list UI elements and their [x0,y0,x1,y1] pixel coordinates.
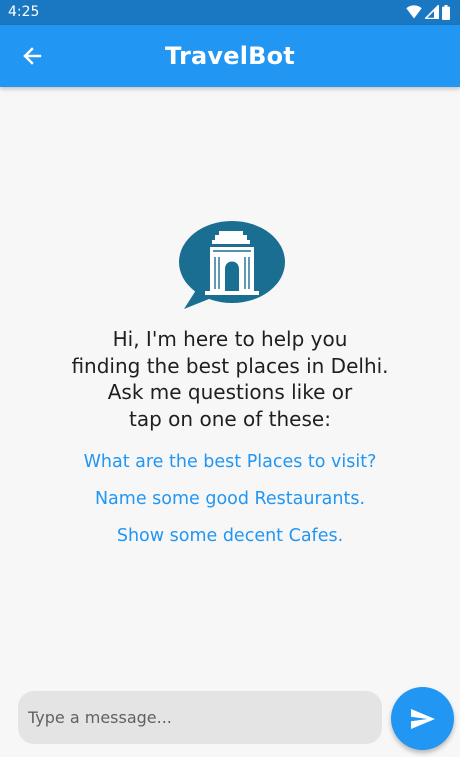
app-bar: TravelBot [0,25,460,87]
send-button[interactable] [391,687,454,750]
intro-text: Hi, I'm here to help you finding the bes… [71,327,389,431]
welcome-panel: Hi, I'm here to help you finding the bes… [0,217,460,555]
suggestion-list: What are the best Places to visit? Name … [0,444,460,555]
india-gate-chat-bubble-icon [179,221,285,309]
suggestion-cafes[interactable]: Show some decent Cafes. [0,518,460,555]
signal-icon [425,5,439,19]
status-icons [406,4,450,20]
send-icon [410,708,435,729]
suggestion-places[interactable]: What are the best Places to visit? [0,444,460,481]
message-input[interactable] [18,691,382,744]
battery-icon [442,4,450,20]
wifi-icon [406,5,422,19]
status-time: 4:25 [8,4,40,20]
app-title: TravelBot [165,42,295,70]
status-bar: 4:25 [0,0,460,25]
suggestion-restaurants[interactable]: Name some good Restaurants. [0,481,460,518]
